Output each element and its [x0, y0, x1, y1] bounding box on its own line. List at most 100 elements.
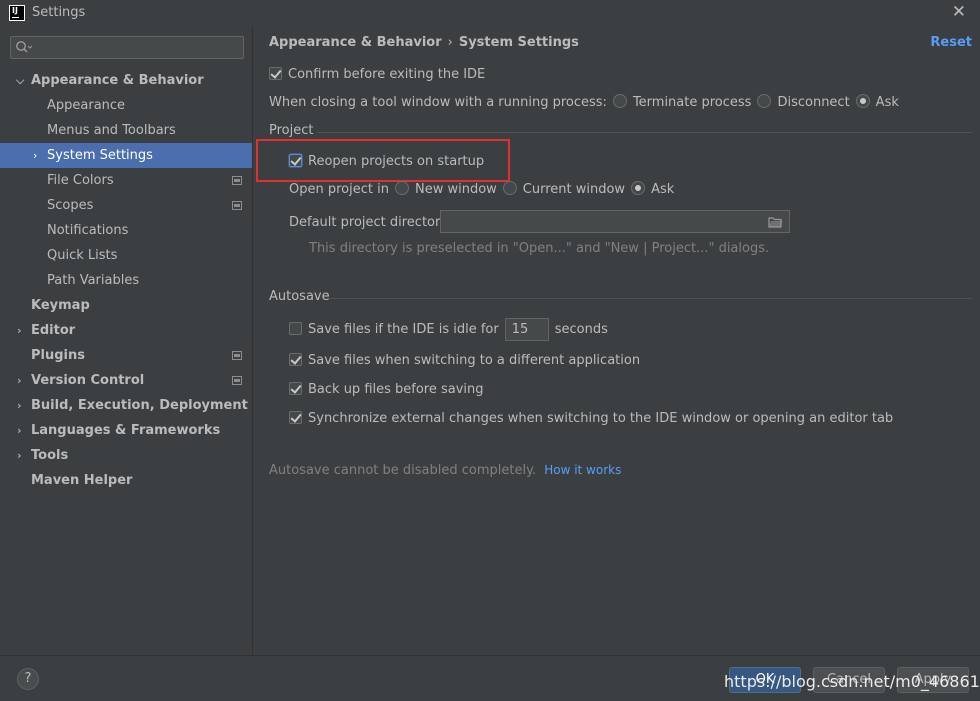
breadcrumb-current: System Settings: [458, 35, 579, 50]
sidebar-item-label: Plugins: [31, 348, 85, 363]
ask-label: Ask: [875, 95, 899, 110]
sidebar-item-label: Version Control: [31, 373, 145, 388]
confirm-exit-checkbox[interactable]: [269, 67, 282, 80]
sidebar-item-label: System Settings: [47, 148, 153, 163]
sidebar-item-label: Editor: [31, 323, 76, 338]
sidebar-item-label: Languages & Frameworks: [31, 423, 221, 438]
sidebar-item-label: Maven Helper: [31, 473, 133, 488]
sidebar-item-file-colors[interactable]: File Colors: [0, 168, 252, 193]
save-switch-row[interactable]: Save files when switching to a different…: [289, 352, 640, 370]
default-dir-field[interactable]: [440, 210, 790, 233]
sidebar-item-languages-frameworks[interactable]: › Languages & Frameworks: [0, 418, 252, 443]
separator-line: [329, 298, 972, 299]
sidebar-item-version-control[interactable]: › Version Control: [0, 368, 252, 393]
breadcrumb-separator: ›: [447, 35, 453, 50]
confirm-exit-row[interactable]: Confirm before exiting the IDE: [269, 66, 485, 84]
reopen-projects-row[interactable]: Reopen projects on startup: [289, 153, 484, 171]
new-window-label: New window: [414, 182, 497, 197]
settings-sidebar: ⌵ Appearance & Behavior Appearance Menus…: [0, 26, 253, 655]
help-button[interactable]: ?: [17, 668, 39, 690]
settings-tree: ⌵ Appearance & Behavior Appearance Menus…: [0, 68, 252, 493]
save-idle-row[interactable]: Save files if the IDE is idle for 15 secon…: [289, 318, 608, 341]
sidebar-item-notifications[interactable]: Notifications: [0, 218, 252, 243]
title-bar: IJ Settings ✕: [0, 0, 980, 26]
chevron-right-icon[interactable]: ›: [17, 318, 22, 343]
search-input[interactable]: [10, 36, 244, 59]
sidebar-item-appearance-behavior[interactable]: ⌵ Appearance & Behavior: [0, 68, 252, 93]
sidebar-item-build-execution[interactable]: › Build, Execution, Deployment: [0, 393, 252, 418]
sidebar-item-label: File Colors: [47, 173, 114, 188]
sidebar-item-label: Menus and Toolbars: [47, 123, 176, 138]
sidebar-item-label: Appearance & Behavior: [31, 73, 204, 88]
save-switch-checkbox[interactable]: [289, 353, 302, 366]
reopen-projects-checkbox[interactable]: [289, 154, 302, 167]
breadcrumb: Appearance & Behavior › System Settings: [269, 35, 579, 50]
sidebar-item-label: Scopes: [47, 198, 94, 213]
reopen-projects-label: Reopen projects on startup: [308, 154, 485, 169]
sidebar-item-label: Tools: [31, 448, 69, 463]
open-project-in-label: Open project in: [289, 182, 389, 197]
sidebar-item-maven-helper[interactable]: Maven Helper: [0, 468, 252, 493]
backup-row[interactable]: Back up files before saving: [289, 381, 484, 399]
sidebar-item-label: Path Variables: [47, 273, 140, 288]
sidebar-item-label: Appearance: [47, 98, 126, 113]
sidebar-item-label: Quick Lists: [47, 248, 118, 263]
backup-label: Back up files before saving: [308, 382, 484, 397]
chevron-right-icon[interactable]: ›: [17, 443, 22, 468]
sidebar-item-appearance[interactable]: Appearance: [0, 93, 252, 118]
sidebar-item-label: Notifications: [47, 223, 129, 238]
separator-line: [317, 132, 972, 133]
autosave-note: Autosave cannot be disabled completely.: [269, 463, 537, 478]
default-dir-label: Default project directory:: [289, 215, 452, 230]
terminate-process-radio[interactable]: [612, 94, 627, 108]
backup-checkbox[interactable]: [289, 382, 302, 395]
new-window-radio[interactable]: [394, 181, 409, 195]
sidebar-item-system-settings[interactable]: › System Settings: [0, 143, 252, 168]
ask-radio[interactable]: [855, 94, 870, 108]
chevron-right-icon[interactable]: ›: [17, 393, 22, 418]
idle-seconds-input[interactable]: 15: [504, 318, 549, 341]
sidebar-item-editor[interactable]: › Editor: [0, 318, 252, 343]
project-section-header: Project: [269, 123, 972, 138]
reset-link[interactable]: Reset: [930, 35, 972, 50]
sidebar-item-keymap[interactable]: Keymap: [0, 293, 252, 318]
closing-process-row: When closing a tool window with a runnin…: [269, 94, 899, 112]
project-section-title: Project: [269, 123, 314, 138]
project-level-icon: [232, 376, 242, 385]
close-icon[interactable]: ✕: [952, 2, 966, 22]
save-idle-checkbox[interactable]: [289, 322, 302, 335]
ask-open-label: Ask: [651, 182, 675, 197]
sidebar-item-plugins[interactable]: Plugins: [0, 343, 252, 368]
sync-checkbox[interactable]: [289, 411, 302, 424]
sidebar-item-tools[interactable]: › Tools: [0, 443, 252, 468]
default-dir-hint: This directory is preselected in "Open..…: [309, 241, 770, 256]
folder-icon[interactable]: [768, 216, 783, 228]
settings-content: Appearance & Behavior › System Settings Re…: [254, 26, 980, 655]
watermark-text: https://blog.csdn.net/m0_46861581: [724, 672, 980, 691]
project-level-icon: [232, 176, 242, 185]
sidebar-item-path-variables[interactable]: Path Variables: [0, 268, 252, 293]
intellij-app-icon: IJ: [9, 5, 25, 21]
confirm-exit-label: Confirm before exiting the IDE: [288, 67, 486, 82]
breadcrumb-parent[interactable]: Appearance & Behavior: [269, 35, 442, 50]
current-window-radio[interactable]: [502, 181, 517, 195]
how-it-works-link[interactable]: How it works: [544, 463, 621, 477]
sidebar-item-menus-toolbars[interactable]: Menus and Toolbars: [0, 118, 252, 143]
autosave-note-row: Autosave cannot be disabled completely. …: [269, 461, 621, 480]
disconnect-radio[interactable]: [757, 94, 772, 108]
open-project-in-row: Open project in New window Current window A…: [289, 181, 674, 199]
project-level-icon: [232, 201, 242, 210]
chevron-right-icon[interactable]: ›: [33, 143, 37, 168]
sidebar-item-scopes[interactable]: Scopes: [0, 193, 252, 218]
sync-row[interactable]: Synchronize external changes when switch…: [289, 410, 893, 428]
sidebar-item-quick-lists[interactable]: Quick Lists: [0, 243, 252, 268]
terminate-process-label: Terminate process: [632, 95, 752, 110]
project-level-icon: [232, 351, 242, 360]
chevron-right-icon[interactable]: ›: [17, 368, 22, 393]
window-title: Settings: [32, 5, 86, 20]
ask-open-radio[interactable]: [631, 181, 646, 195]
save-switch-label: Save files when switching to a different…: [308, 353, 641, 368]
chevron-right-icon[interactable]: ›: [17, 418, 22, 443]
search-icon: [16, 41, 33, 53]
chevron-down-icon[interactable]: ⌵: [16, 68, 24, 93]
